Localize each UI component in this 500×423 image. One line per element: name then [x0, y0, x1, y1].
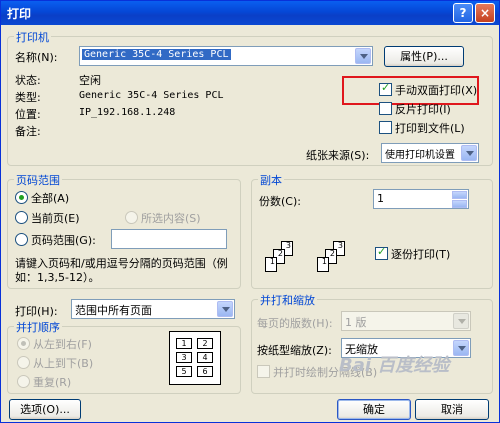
paper-source-value: 使用打印机设置 [385, 150, 455, 161]
order-top-bottom-radio[interactable] [17, 356, 30, 369]
print-to-file-checkbox[interactable] [379, 121, 392, 134]
type-label: 类型: [15, 91, 41, 104]
paper-source-select[interactable]: 使用打印机设置 [381, 143, 479, 163]
range-current-radio[interactable] [15, 211, 28, 224]
range-selection-label[interactable]: 所选内容(S) [141, 210, 201, 226]
copies-group-title: 副本 [258, 172, 284, 188]
watermark: Bai 百度经验 [339, 355, 450, 376]
order-left-right-radio[interactable] [17, 337, 30, 350]
order-cell: 5 [176, 366, 192, 377]
pages-per-sheet-select[interactable]: 1 版 [341, 311, 471, 331]
order-cell: 1 [176, 338, 192, 349]
page-range-group-title: 页码范围 [14, 172, 62, 188]
order-cell: 6 [197, 366, 213, 377]
help-icon[interactable]: ? [453, 3, 473, 23]
reverse-print-label[interactable]: 反片打印(I) [395, 101, 451, 117]
order-cell: 2 [197, 338, 213, 349]
order-left-right-label[interactable]: 从左到右(F) [33, 336, 92, 352]
printer-group-title: 打印机 [14, 29, 51, 45]
print-dialog: 打印 ? × 打印机 名称(N): Generic 35C-4 Series P… [0, 0, 500, 423]
title-bar: 打印 ? × [1, 1, 499, 25]
location-value: IP_192.168.1.248 [79, 107, 176, 118]
printer-name-select[interactable]: Generic 35C-4 Series PCL [79, 46, 373, 66]
copies-count-value: 1 [377, 192, 384, 205]
zoom-group-title: 并打和缩放 [258, 292, 317, 308]
comment-label: 备注: [15, 125, 41, 138]
stepper-down-icon[interactable] [452, 200, 467, 208]
print-what-label: 打印(H): [15, 305, 58, 318]
order-cell: 3 [176, 352, 192, 363]
chevron-down-icon[interactable] [461, 145, 477, 161]
order-repeat-label[interactable]: 重复(R) [33, 374, 71, 390]
manual-duplex-checkbox[interactable] [379, 81, 392, 96]
range-pages-label[interactable]: 页码范围(G): [31, 232, 96, 248]
page-icon: 1 [317, 257, 329, 272]
order-group-title: 并打顺序 [14, 319, 62, 335]
page-range-hint: 请键入页码和/或用逗号分隔的页码范围（例如：1,3,5-12）。 [15, 257, 228, 284]
print-what-value: 范围中所有页面 [75, 304, 152, 317]
collate-checkbox[interactable] [375, 245, 388, 260]
window-title: 打印 [7, 7, 32, 21]
print-what-select[interactable]: 范围中所有页面 [71, 299, 235, 319]
page-icon: 1 [265, 257, 277, 272]
status-label: 状态: [15, 74, 41, 87]
chevron-down-icon[interactable] [453, 340, 469, 356]
close-icon[interactable]: × [475, 3, 495, 23]
draw-borders-checkbox[interactable] [257, 365, 270, 378]
order-preview: 1 2 3 4 5 6 [169, 331, 221, 385]
copies-count-stepper[interactable]: 1 [373, 189, 469, 209]
range-all-label[interactable]: 全部(A) [31, 190, 69, 206]
pages-per-sheet-value: 1 版 [345, 316, 367, 329]
ok-button[interactable]: 确定 [337, 399, 411, 420]
type-value: Generic 35C-4 Series PCL [79, 90, 224, 101]
chevron-down-icon[interactable] [217, 301, 233, 317]
chevron-down-icon[interactable] [453, 313, 469, 329]
range-pages-radio[interactable] [15, 233, 28, 246]
order-cell: 4 [197, 352, 213, 363]
properties-button[interactable]: 属性(P)... [384, 46, 464, 67]
order-repeat-radio[interactable] [17, 375, 30, 388]
collate-label[interactable]: 逐份打印(T) [391, 246, 450, 262]
range-selection-radio[interactable] [125, 211, 138, 224]
page-range-input[interactable] [111, 229, 227, 249]
chevron-down-icon[interactable] [355, 48, 371, 64]
printer-name-label: 名称(N): [15, 51, 58, 64]
scale-label: 按纸型缩放(Z): [257, 344, 332, 357]
pages-per-sheet-label: 每页的版数(H): [257, 317, 333, 330]
range-all-radio[interactable] [15, 191, 28, 204]
printer-name-value: Generic 35C-4 Series PCL [82, 49, 231, 60]
range-current-label[interactable]: 当前页(E) [31, 210, 80, 226]
reverse-print-checkbox[interactable] [379, 102, 392, 115]
status-value: 空闲 [79, 74, 101, 87]
order-top-bottom-label[interactable]: 从上到下(B) [33, 355, 93, 371]
manual-duplex-label[interactable]: 手动双面打印(X) [395, 82, 477, 98]
options-button[interactable]: 选项(O)... [9, 399, 81, 420]
stepper-up-icon[interactable] [452, 191, 467, 199]
location-label: 位置: [15, 108, 41, 121]
copies-count-label: 份数(C): [259, 195, 301, 208]
paper-source-label: 纸张来源(S): [306, 149, 370, 162]
print-to-file-label[interactable]: 打印到文件(L) [395, 120, 465, 136]
cancel-button[interactable]: 取消 [415, 399, 489, 420]
